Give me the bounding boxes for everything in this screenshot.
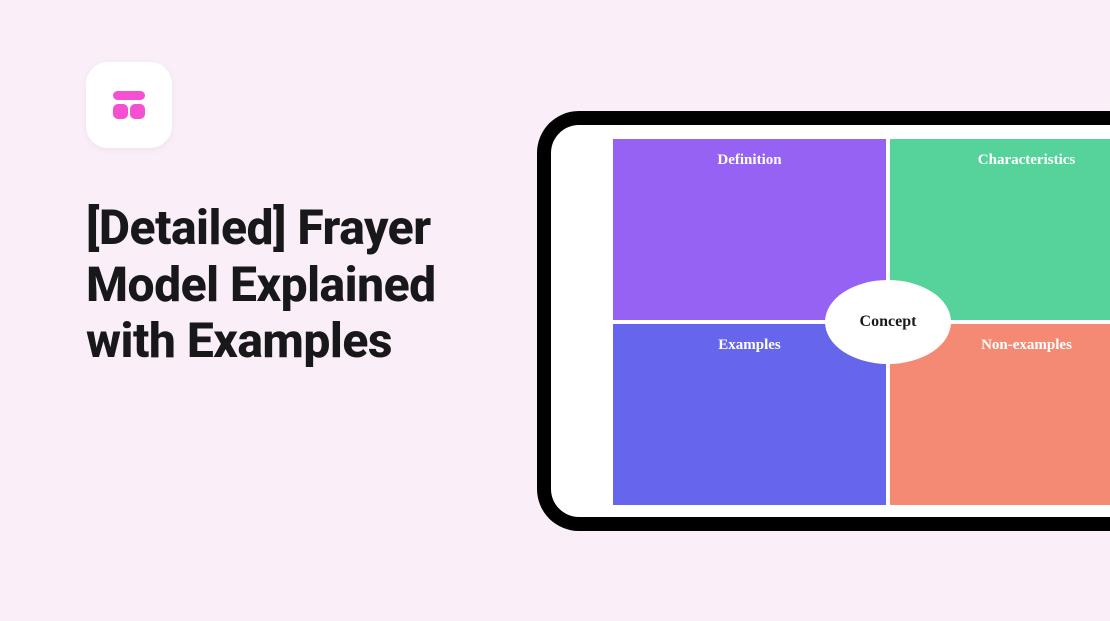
tablet-frame: Definition Characteristics Examples Non-… (537, 111, 1110, 531)
page-title: [Detailed] Frayer Model Explained with E… (86, 200, 516, 370)
quadrant-label: Definition (717, 152, 781, 168)
quadrant-label: Characteristics (978, 152, 1075, 168)
quadrant-label: Non-examples (981, 337, 1072, 353)
logo-badge (86, 62, 172, 148)
logo-icon (109, 85, 149, 125)
frayer-model: Definition Characteristics Examples Non-… (613, 139, 1110, 505)
concept-center: Concept (825, 280, 951, 364)
quadrant-label: Examples (718, 337, 781, 353)
